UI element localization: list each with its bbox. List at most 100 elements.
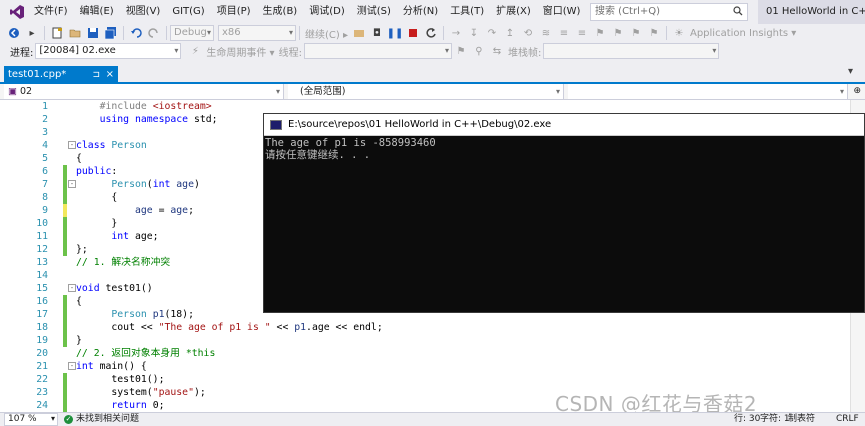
save-icon[interactable] bbox=[85, 25, 101, 41]
code-line[interactable]: 1 #include <iostream> bbox=[0, 100, 850, 113]
undo-icon[interactable] bbox=[128, 25, 144, 41]
line-indicator[interactable]: 行: 30 bbox=[734, 413, 760, 426]
tabs-indicator[interactable]: 制表符 bbox=[788, 413, 815, 426]
menu-item[interactable]: 文件(F) bbox=[28, 0, 74, 24]
menu-item[interactable]: 工具(T) bbox=[444, 0, 490, 24]
process-select[interactable]: [20084] 02.exe ▾ bbox=[35, 43, 182, 59]
show-next-statement-icon[interactable]: → bbox=[448, 25, 464, 41]
console-output[interactable]: The age of p1 is -858993460 请按任意键继续. . . bbox=[264, 136, 864, 312]
stop-icon[interactable] bbox=[405, 25, 421, 41]
issues-indicator[interactable]: ✓ 未找到相关问题 bbox=[64, 413, 139, 426]
clear-bookmarks-icon[interactable]: ⚑ bbox=[646, 25, 662, 41]
chevron-down-icon: ▾ bbox=[275, 87, 280, 96]
collapse-icon[interactable]: - bbox=[68, 284, 76, 292]
menu-item[interactable]: GIT(G) bbox=[166, 0, 210, 24]
split-editor-icon[interactable]: ⊕ bbox=[853, 84, 861, 99]
application-insights-button[interactable]: Application Insights ▾ bbox=[690, 28, 796, 39]
pause-icon[interactable]: ❚❚ bbox=[387, 25, 404, 41]
code-token: "pause" bbox=[152, 387, 194, 398]
toolbar-separator bbox=[299, 26, 300, 40]
forward-icon[interactable]: ▸ bbox=[24, 25, 40, 41]
thread-select[interactable]: ▾ bbox=[303, 43, 452, 59]
change-marker bbox=[63, 178, 67, 191]
menu-item[interactable]: 分析(N) bbox=[397, 0, 444, 24]
lifecycle-events-button[interactable]: 生命周期事件 ▾ bbox=[206, 44, 274, 59]
menu-item[interactable]: 项目(P) bbox=[211, 0, 257, 24]
stackframe-select[interactable]: ▾ bbox=[543, 43, 720, 59]
menu-item[interactable]: 编辑(E) bbox=[74, 0, 120, 24]
code-line[interactable]: 21 - int main() { bbox=[0, 360, 850, 373]
change-marker bbox=[63, 191, 67, 204]
breakpoint-icon[interactable] bbox=[351, 25, 367, 41]
collapse-icon[interactable]: - bbox=[68, 141, 76, 149]
chevron-down-icon: ▾ bbox=[206, 28, 211, 37]
platform-value: x86 bbox=[222, 27, 241, 38]
member-select[interactable]: ▾ bbox=[568, 84, 848, 99]
code-line[interactable]: 20 // 2. 返回对象本身用 *this bbox=[0, 347, 850, 360]
filter-icon[interactable]: ⚲ bbox=[471, 43, 487, 59]
line-number: 10 bbox=[36, 218, 48, 229]
standard-toolbar: ▸ Debug ▾ x86 ▾ 继续(C) ▸ ◘ ❚❚ → ↧ ↷ ↥ ⟲ ≋… bbox=[0, 24, 865, 42]
new-item-icon[interactable] bbox=[49, 25, 65, 41]
stackframe-icon[interactable]: ⇆ bbox=[489, 43, 505, 59]
change-marker bbox=[63, 386, 67, 399]
restart-icon[interactable] bbox=[423, 25, 439, 41]
menu-item[interactable]: 调试(D) bbox=[303, 0, 351, 24]
search-input[interactable]: 搜索 (Ctrl+Q) bbox=[590, 3, 748, 21]
console-title: E:\source\repos\01 HelloWorld in C++\Deb… bbox=[288, 119, 552, 130]
scope-select[interactable]: (全局范围) ▾ bbox=[288, 84, 564, 99]
comment-icon[interactable]: ≡ bbox=[556, 25, 572, 41]
code-line[interactable]: 18 cout << "The age of p1 is " << p1.age… bbox=[0, 321, 850, 334]
bookmark-next-icon[interactable]: ⚑ bbox=[628, 25, 644, 41]
step-over-icon[interactable]: ↷ bbox=[484, 25, 500, 41]
flag-thread-icon[interactable]: ⚑ bbox=[453, 43, 469, 59]
menu-item[interactable]: 测试(S) bbox=[351, 0, 397, 24]
visual-studio-logo-icon[interactable] bbox=[6, 0, 28, 24]
code-text: test01(); bbox=[76, 373, 164, 386]
code-token: void bbox=[76, 283, 106, 294]
code-line[interactable]: 22 test01(); bbox=[0, 373, 850, 386]
step-into-icon[interactable]: ↧ bbox=[466, 25, 482, 41]
bookmark-icon[interactable]: ⚑ bbox=[592, 25, 608, 41]
tab-test01-cpp[interactable]: test01.cpp* ⊐ × bbox=[4, 66, 118, 84]
tab-overflow-dropdown-icon[interactable]: ▾ bbox=[848, 66, 853, 77]
console-line: The age of p1 is -858993460 bbox=[265, 137, 436, 149]
back-icon[interactable] bbox=[6, 25, 22, 41]
zoom-select[interactable]: 107 % ▾ bbox=[4, 413, 58, 426]
change-marker bbox=[63, 243, 67, 256]
uncomment-icon[interactable]: ≡ bbox=[574, 25, 590, 41]
line-ending-indicator[interactable]: CRLF bbox=[836, 413, 859, 426]
camera-icon[interactable]: ◘ bbox=[369, 25, 385, 41]
menu-item[interactable]: 窗口(W) bbox=[537, 0, 587, 24]
line-number: 14 bbox=[36, 270, 48, 281]
continue-button[interactable]: 继续(C) ▸ bbox=[305, 26, 348, 41]
code-line[interactable]: 19} bbox=[0, 334, 850, 347]
menu-item[interactable]: 视图(V) bbox=[120, 0, 167, 24]
close-icon[interactable]: × bbox=[106, 66, 114, 84]
menu-item[interactable]: 生成(B) bbox=[257, 0, 304, 24]
hex-display-icon[interactable]: ⟲ bbox=[520, 25, 536, 41]
bookmark-prev-icon[interactable]: ⚑ bbox=[610, 25, 626, 41]
pin-icon[interactable]: ⊐ bbox=[92, 66, 100, 84]
project-select[interactable]: ▣ 02 ▾ bbox=[4, 84, 284, 99]
collapse-icon[interactable]: - bbox=[68, 180, 76, 188]
code-token: Person bbox=[76, 179, 147, 190]
change-marker bbox=[63, 334, 67, 347]
collapse-icon[interactable]: - bbox=[68, 362, 76, 370]
thread-icon[interactable]: ≋ bbox=[538, 25, 554, 41]
app-insights-icon[interactable]: ☀ bbox=[671, 25, 687, 41]
platform-select[interactable]: x86 ▾ bbox=[218, 25, 296, 41]
console-window[interactable]: E:\source\repos\01 HelloWorld in C++\Deb… bbox=[263, 113, 865, 313]
step-out-icon[interactable]: ↥ bbox=[502, 25, 518, 41]
redo-icon[interactable] bbox=[146, 25, 162, 41]
line-number: 1 bbox=[42, 101, 48, 112]
open-file-icon[interactable] bbox=[67, 25, 83, 41]
scope-value: (全局范围) bbox=[300, 86, 346, 97]
change-marker bbox=[63, 295, 67, 308]
solution-config-select[interactable]: Debug ▾ bbox=[170, 25, 214, 41]
lifecycle-events-icon[interactable]: ⚡ bbox=[187, 43, 203, 59]
menu-item[interactable]: 扩展(X) bbox=[490, 0, 537, 24]
console-title-bar[interactable]: E:\source\repos\01 HelloWorld in C++\Deb… bbox=[264, 114, 864, 136]
column-indicator[interactable]: 字符: 1 bbox=[760, 413, 790, 426]
save-all-icon[interactable] bbox=[103, 25, 119, 41]
